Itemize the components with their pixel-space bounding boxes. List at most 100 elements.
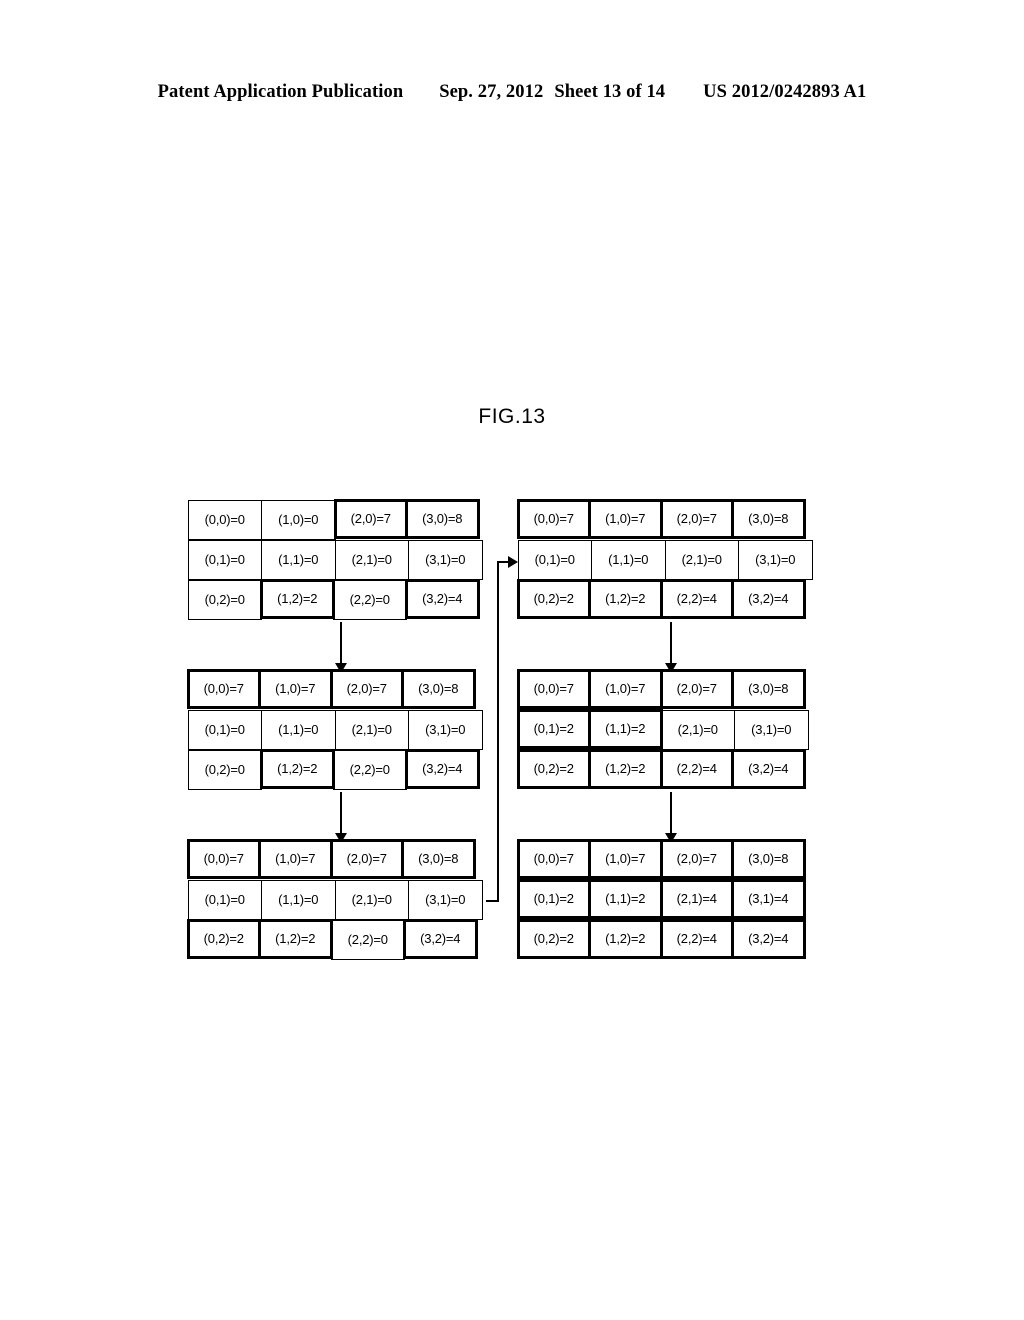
grid-block-top-left: (0,0)=0 (1,0)=0 (2,0)=7 (3,0)=8 (0,1)=0 (1,1)…	[187, 498, 486, 620]
grid-cell: (3,0)=8	[731, 498, 806, 539]
grid-cell: (3,2)=4	[731, 578, 806, 619]
grid-cell: (2,1)=0	[664, 539, 739, 580]
grid-cell: (1,0)=7	[258, 838, 333, 879]
grid-cell: (2,0)=7	[659, 838, 734, 879]
grid-cell: (0,1)=0	[517, 539, 592, 580]
grid-cell: (1,2)=2	[258, 918, 333, 959]
grid-row: (0,2)=0 (1,2)=2 (2,2)=0 (3,2)=4	[187, 748, 486, 790]
grid-cell: (3,2)=4	[405, 748, 480, 789]
grid-row: (0,2)=0 (1,2)=2 (2,2)=0 (3,2)=4	[187, 578, 486, 620]
grid-cell: (1,0)=7	[258, 668, 333, 709]
grid-row: (0,1)=0 (1,1)=0 (2,1)=0 (3,1)=0	[517, 539, 816, 580]
grid-cell: (0,1)=2	[516, 708, 591, 749]
down-arrow-icon	[665, 792, 677, 843]
grid-cell: (3,1)=0	[408, 709, 483, 750]
grid-cell: (2,1)=0	[334, 709, 409, 750]
grid-cell: (1,0)=7	[588, 668, 663, 709]
down-arrow-icon	[665, 622, 677, 673]
grid-cell: (3,2)=4	[731, 748, 806, 789]
grid-row: (0,0)=0 (1,0)=0 (2,0)=7 (3,0)=8	[187, 498, 486, 540]
grid-row: (0,1)=0 (1,1)=0 (2,1)=0 (3,1)=0	[187, 879, 486, 920]
grid-cell: (3,2)=4	[731, 918, 806, 959]
grid-cell: (1,1)=0	[261, 879, 336, 920]
grid-cell: (0,0)=7	[186, 668, 261, 709]
grid-cell: (1,2)=2	[588, 918, 663, 959]
grid-cell: (2,2)=4	[659, 748, 734, 789]
grid-cell: (1,1)=0	[261, 539, 336, 580]
grid-block-middle-left: (0,0)=7 (1,0)=7 (2,0)=7 (3,0)=8 (0,1)=0 (1,1)…	[186, 668, 486, 790]
grid-cell: (0,2)=0	[187, 749, 262, 790]
feedback-connector-segment	[497, 562, 499, 902]
grid-cell: (1,2)=2	[588, 748, 663, 789]
grid-cell: (3,1)=4	[731, 878, 806, 919]
grid-block-top-right: (0,0)=7 (1,0)=7 (2,0)=7 (3,0)=8 (0,1)=0 (1,1)…	[516, 498, 816, 620]
grid-cell: (2,0)=7	[329, 838, 404, 879]
grid-cell: (1,0)=0	[261, 499, 336, 540]
grid-cell: (3,1)=0	[734, 709, 809, 750]
grid-cell: (2,2)=0	[332, 579, 407, 620]
grid-cell: (3,0)=8	[731, 668, 806, 709]
grid-cell: (0,2)=0	[187, 579, 262, 620]
grid-block-bottom-left: (0,0)=7 (1,0)=7 (2,0)=7 (3,0)=8 (0,1)=0 (1,1)…	[186, 838, 486, 960]
grid-cell: (3,1)=0	[408, 539, 483, 580]
grid-row: (0,0)=7 (1,0)=7 (2,0)=7 (3,0)=8	[516, 498, 816, 540]
grid-row: (0,2)=2 (1,2)=2 (2,2)=0 (3,2)=4	[186, 918, 486, 960]
grid-cell: (1,1)=2	[588, 708, 663, 749]
grid-cell: (0,0)=0	[187, 499, 262, 540]
grid-cell: (2,2)=4	[659, 578, 734, 619]
grid-cell: (1,2)=2	[588, 578, 663, 619]
grid-row: (0,1)=0 (1,1)=0 (2,1)=0 (3,1)=0	[187, 709, 486, 750]
grid-cell: (3,0)=8	[401, 838, 476, 879]
grid-cell: (0,0)=7	[516, 838, 591, 879]
grid-cell: (3,1)=0	[408, 879, 483, 920]
grid-cell: (1,2)=2	[260, 748, 335, 789]
grid-cell: (2,2)=0	[332, 749, 407, 790]
grid-cell: (2,1)=0	[334, 539, 409, 580]
grid-cell: (0,2)=2	[516, 748, 591, 789]
grid-cell: (2,2)=4	[659, 918, 734, 959]
grid-cell: (1,1)=2	[588, 878, 663, 919]
grid-cell: (2,0)=7	[659, 498, 734, 539]
grid-row: (0,2)=2 (1,2)=2 (2,2)=4 (3,2)=4	[516, 918, 816, 960]
down-arrow-icon	[335, 622, 347, 673]
right-arrow-icon	[508, 556, 518, 568]
grid-row: (0,0)=7 (1,0)=7 (2,0)=7 (3,0)=8	[186, 668, 486, 710]
grid-cell: (1,1)=0	[261, 709, 336, 750]
grid-cell: (3,0)=8	[731, 838, 806, 879]
grid-row: (0,1)=0 (1,1)=0 (2,1)=0 (3,1)=0	[187, 539, 486, 580]
grid-cell: (0,0)=7	[516, 498, 591, 539]
grid-cell: (3,0)=8	[401, 668, 476, 709]
grid-cell: (3,2)=4	[403, 918, 478, 959]
grid-row: (0,0)=7 (1,0)=7 (2,0)=7 (3,0)=8	[516, 838, 816, 880]
grid-block-middle-right: (0,0)=7 (1,0)=7 (2,0)=7 (3,0)=8 (0,1)=2 (1,1)…	[516, 668, 816, 790]
grid-cell: (2,1)=0	[334, 879, 409, 920]
down-arrow-icon	[335, 792, 347, 843]
grid-cell: (1,0)=7	[588, 498, 663, 539]
grid-cell: (2,2)=0	[330, 919, 405, 960]
grid-cell: (0,2)=2	[516, 578, 591, 619]
grid-cell: (1,1)=0	[591, 539, 666, 580]
grid-cell: (0,2)=2	[186, 918, 261, 959]
grid-cell: (2,1)=4	[659, 878, 734, 919]
grid-row: (0,2)=2 (1,2)=2 (2,2)=4 (3,2)=4	[516, 748, 816, 790]
grid-cell: (0,2)=2	[516, 918, 591, 959]
grid-cell: (0,0)=7	[186, 838, 261, 879]
grid-row: (0,1)=2 (1,1)=2 (2,1)=4 (3,1)=4	[516, 878, 816, 920]
figure-diagram: (0,0)=0 (1,0)=0 (2,0)=7 (3,0)=8 (0,1)=0 (1,1)…	[0, 0, 1024, 1320]
grid-cell: (2,0)=7	[659, 668, 734, 709]
grid-cell: (0,1)=0	[187, 879, 262, 920]
grid-cell: (0,1)=2	[516, 878, 591, 919]
grid-block-bottom-right: (0,0)=7 (1,0)=7 (2,0)=7 (3,0)=8 (0,1)=2 (1,1)…	[516, 838, 816, 960]
grid-row: (0,2)=2 (1,2)=2 (2,2)=4 (3,2)=4	[516, 578, 816, 620]
grid-cell: (2,0)=7	[329, 668, 404, 709]
grid-cell: (1,0)=7	[588, 838, 663, 879]
grid-cell: (1,2)=2	[260, 578, 335, 619]
grid-cell: (2,1)=0	[660, 709, 735, 750]
grid-cell: (3,1)=0	[738, 539, 813, 580]
grid-cell: (0,1)=0	[187, 539, 262, 580]
grid-cell: (2,0)=7	[333, 498, 408, 539]
grid-cell: (0,1)=0	[187, 709, 262, 750]
grid-cell: (3,0)=8	[405, 498, 480, 539]
grid-row: (0,0)=7 (1,0)=7 (2,0)=7 (3,0)=8	[516, 668, 816, 710]
grid-row: (0,1)=2 (1,1)=2 (2,1)=0 (3,1)=0	[516, 708, 816, 750]
